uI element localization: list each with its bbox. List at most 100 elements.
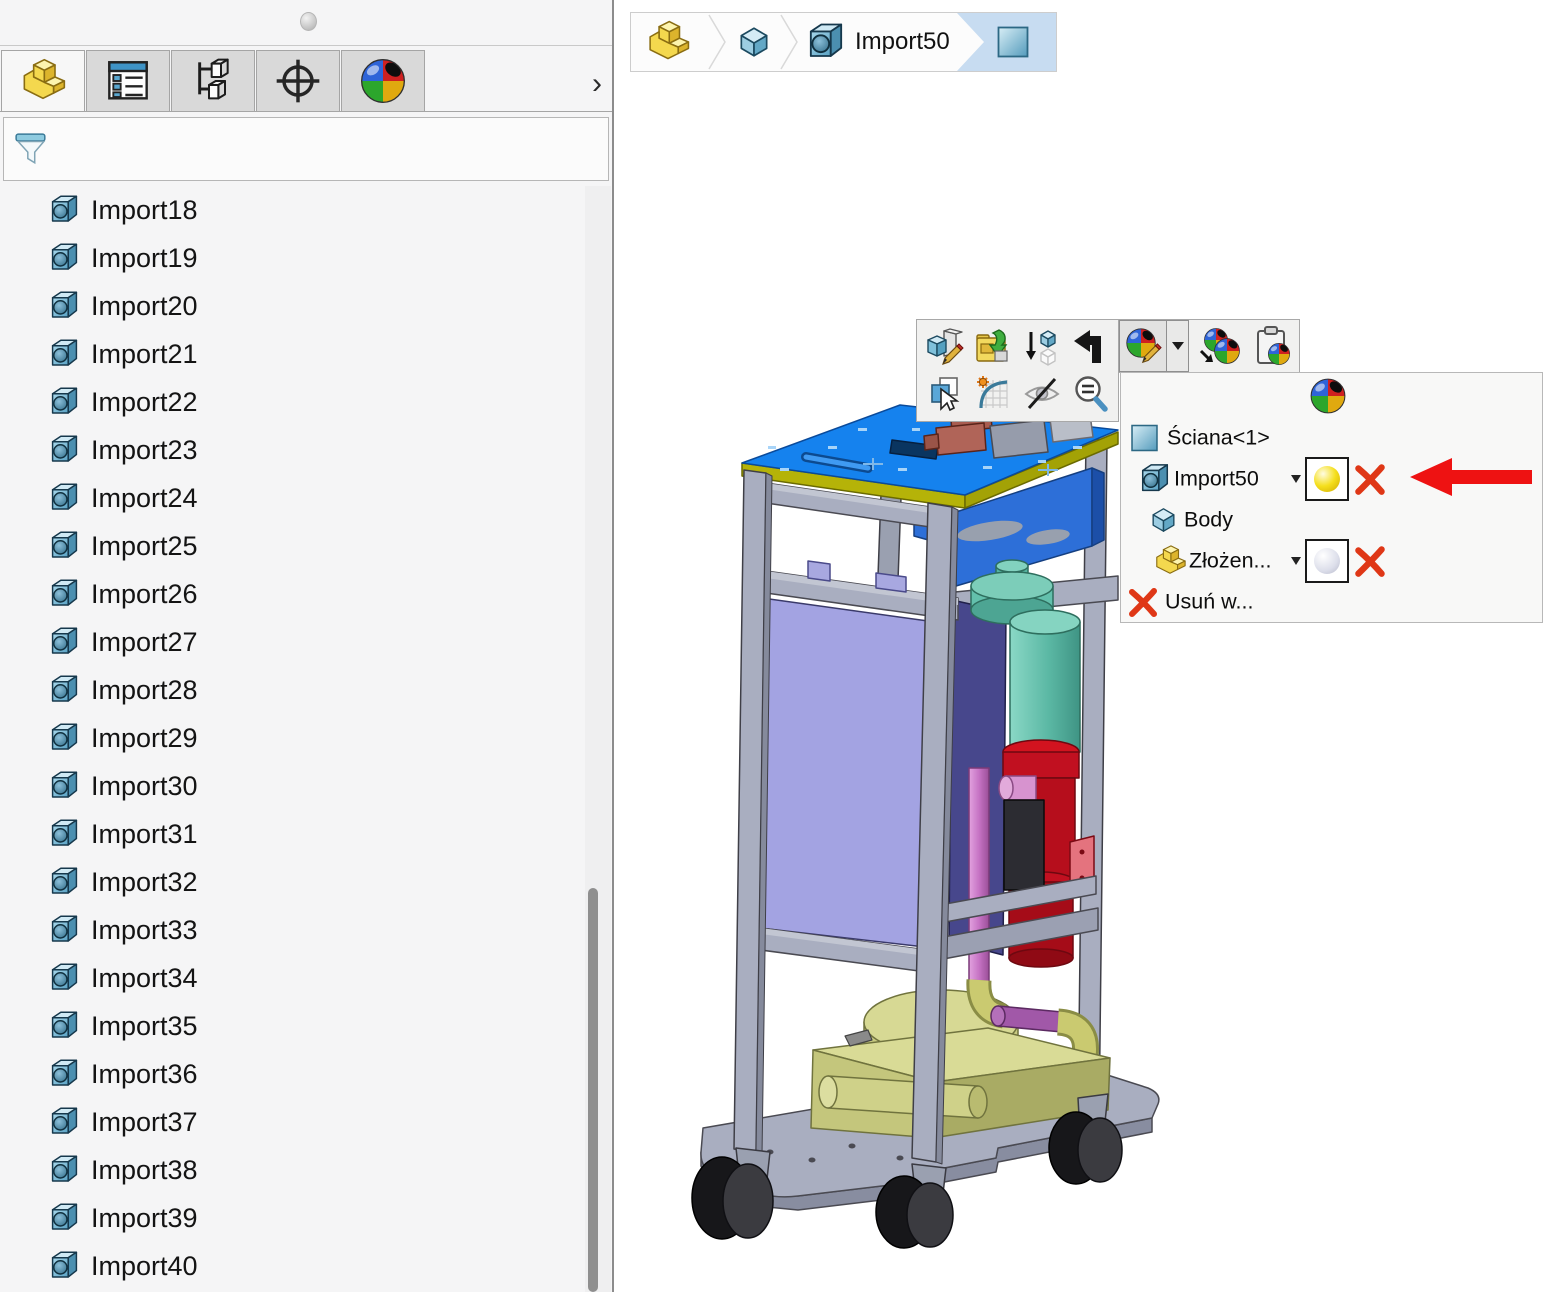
body-cube-icon (735, 23, 773, 61)
tab-dimxpert-manager[interactable] (256, 50, 340, 112)
tree-item[interactable]: Import23 (0, 426, 585, 474)
import-feature-icon (48, 625, 81, 659)
bent-arrow-icon (1071, 327, 1111, 367)
tab-property-manager[interactable] (86, 50, 170, 112)
import-feature-icon (48, 481, 81, 515)
filter-funnel-icon (14, 127, 48, 171)
zoom-to-selection-button[interactable] (1066, 371, 1115, 419)
tree-item[interactable]: Import37 (0, 1098, 585, 1146)
tree-item[interactable]: Import24 (0, 474, 585, 522)
part-icon (19, 57, 67, 105)
tab-display-manager[interactable] (341, 50, 425, 112)
move-copy-body-button[interactable] (1018, 323, 1067, 371)
body-cube-icon (1148, 504, 1179, 535)
menu-item-body[interactable]: Body (1121, 499, 1542, 540)
property-manager-icon (104, 57, 152, 105)
appearance-sphere-icon (1309, 377, 1347, 415)
tree-item[interactable]: Import40 (0, 1242, 585, 1290)
insert-into-new-part-button[interactable] (969, 323, 1018, 371)
appearance-swatch-import50[interactable] (1305, 457, 1349, 501)
texture-button[interactable] (969, 371, 1018, 419)
tree-item[interactable]: Import25 (0, 522, 585, 570)
breadcrumb-feature-label: Import50 (855, 28, 950, 56)
menu-item-remove-all[interactable]: Usuń w... (1121, 581, 1542, 622)
appearance-toolbar-group (1118, 319, 1300, 373)
appearances-dropdown-button[interactable] (1167, 320, 1189, 372)
panel-drag-handle[interactable] (300, 12, 317, 31)
tree-item-label: Import37 (91, 1107, 198, 1138)
white-sphere-swatch (1314, 548, 1340, 574)
menu-item-face[interactable]: Ściana<1> (1121, 417, 1542, 458)
select-other-button[interactable] (920, 371, 969, 419)
tree-item-label: Import28 (91, 675, 198, 706)
tree-item[interactable]: Import34 (0, 954, 585, 1002)
appearances-button[interactable] (1119, 320, 1167, 372)
tree-item[interactable]: Import31 (0, 810, 585, 858)
texture-icon (973, 374, 1013, 414)
delete-appearance-icon[interactable] (1351, 460, 1389, 498)
copy-appearance-button[interactable] (1189, 320, 1246, 372)
tab-underline (0, 111, 612, 112)
import-feature-icon (48, 529, 81, 563)
tree-item[interactable]: Import18 (0, 186, 585, 234)
tree-item[interactable]: Import29 (0, 714, 585, 762)
tree-item[interactable]: Import22 (0, 378, 585, 426)
tree-scrollbar-thumb[interactable] (588, 888, 598, 1292)
appearance-sphere-icon (1123, 326, 1163, 366)
tree-item[interactable]: Import32 (0, 858, 585, 906)
appearance-target-menu: Ściana<1> Import50 Body Złożen... (1120, 372, 1543, 623)
tree-item[interactable]: Import21 (0, 330, 585, 378)
feature-manager-panel: › Import18 Import19 Import20 Import21 Im… (0, 0, 613, 1292)
tree-item[interactable]: Import27 (0, 618, 585, 666)
configuration-manager-icon (189, 57, 237, 105)
hide-button[interactable] (1018, 371, 1067, 419)
appearance-swatch-assembly[interactable] (1305, 539, 1349, 583)
tree-item[interactable]: Import28 (0, 666, 585, 714)
folder-insert-icon (973, 327, 1013, 367)
dropdown-arrow-icon[interactable] (1291, 557, 1301, 565)
import-feature-icon (48, 241, 81, 275)
import-feature-icon (48, 1009, 81, 1043)
dropdown-arrow-icon[interactable] (1291, 475, 1301, 483)
menu-item-assembly[interactable]: Złożen... (1121, 540, 1542, 581)
delete-appearance-icon[interactable] (1351, 542, 1389, 580)
tree-filter-input[interactable] (60, 124, 604, 174)
breadcrumb-selected-face-segment[interactable] (957, 13, 1056, 71)
tree-item[interactable]: Import26 (0, 570, 585, 618)
edit-feature-icon (924, 327, 964, 367)
feature-tree: Import18 Import19 Import20 Import21 Impo… (0, 186, 585, 1292)
import-feature-icon (48, 1153, 81, 1187)
graphics-area[interactable] (614, 0, 1568, 1292)
import-feature-icon (48, 817, 81, 851)
tree-item[interactable]: Import30 (0, 762, 585, 810)
tree-scrollbar[interactable] (585, 186, 611, 1292)
tree-item[interactable]: Import20 (0, 282, 585, 330)
breadcrumb-body-segment[interactable] (735, 13, 773, 71)
tree-item-label: Import26 (91, 579, 198, 610)
cart-model[interactable] (614, 0, 1568, 1292)
import-feature-icon (48, 577, 81, 611)
breadcrumb-feature-segment[interactable]: Import50 (805, 13, 950, 71)
panel-tab-bar (1, 50, 426, 112)
tree-item[interactable]: Import36 (0, 1050, 585, 1098)
copy-appearance-icon (1195, 323, 1241, 369)
menu-item-label: Usuń w... (1165, 589, 1253, 614)
tree-item-label: Import19 (91, 243, 198, 274)
solidworks-window: › Import18 Import19 Import20 Import21 Im… (0, 0, 1568, 1292)
tree-item[interactable]: Import35 (0, 1002, 585, 1050)
tree-item[interactable]: Import19 (0, 234, 585, 282)
paste-appearance-button[interactable] (1246, 320, 1300, 372)
import-feature-icon (48, 385, 81, 419)
panel-top-strip (0, 0, 613, 46)
tree-item-label: Import27 (91, 627, 198, 658)
tab-feature-tree[interactable] (1, 50, 85, 112)
edit-feature-button[interactable] (920, 323, 969, 371)
tab-configuration-manager[interactable] (171, 50, 255, 112)
rollback-button[interactable] (1066, 323, 1115, 371)
panel-expand-chevron[interactable]: › (584, 68, 610, 102)
import-feature-icon (48, 1057, 81, 1091)
breadcrumb-part-segment[interactable] (645, 13, 691, 71)
tree-item[interactable]: Import33 (0, 906, 585, 954)
tree-item[interactable]: Import38 (0, 1146, 585, 1194)
tree-item[interactable]: Import39 (0, 1194, 585, 1242)
